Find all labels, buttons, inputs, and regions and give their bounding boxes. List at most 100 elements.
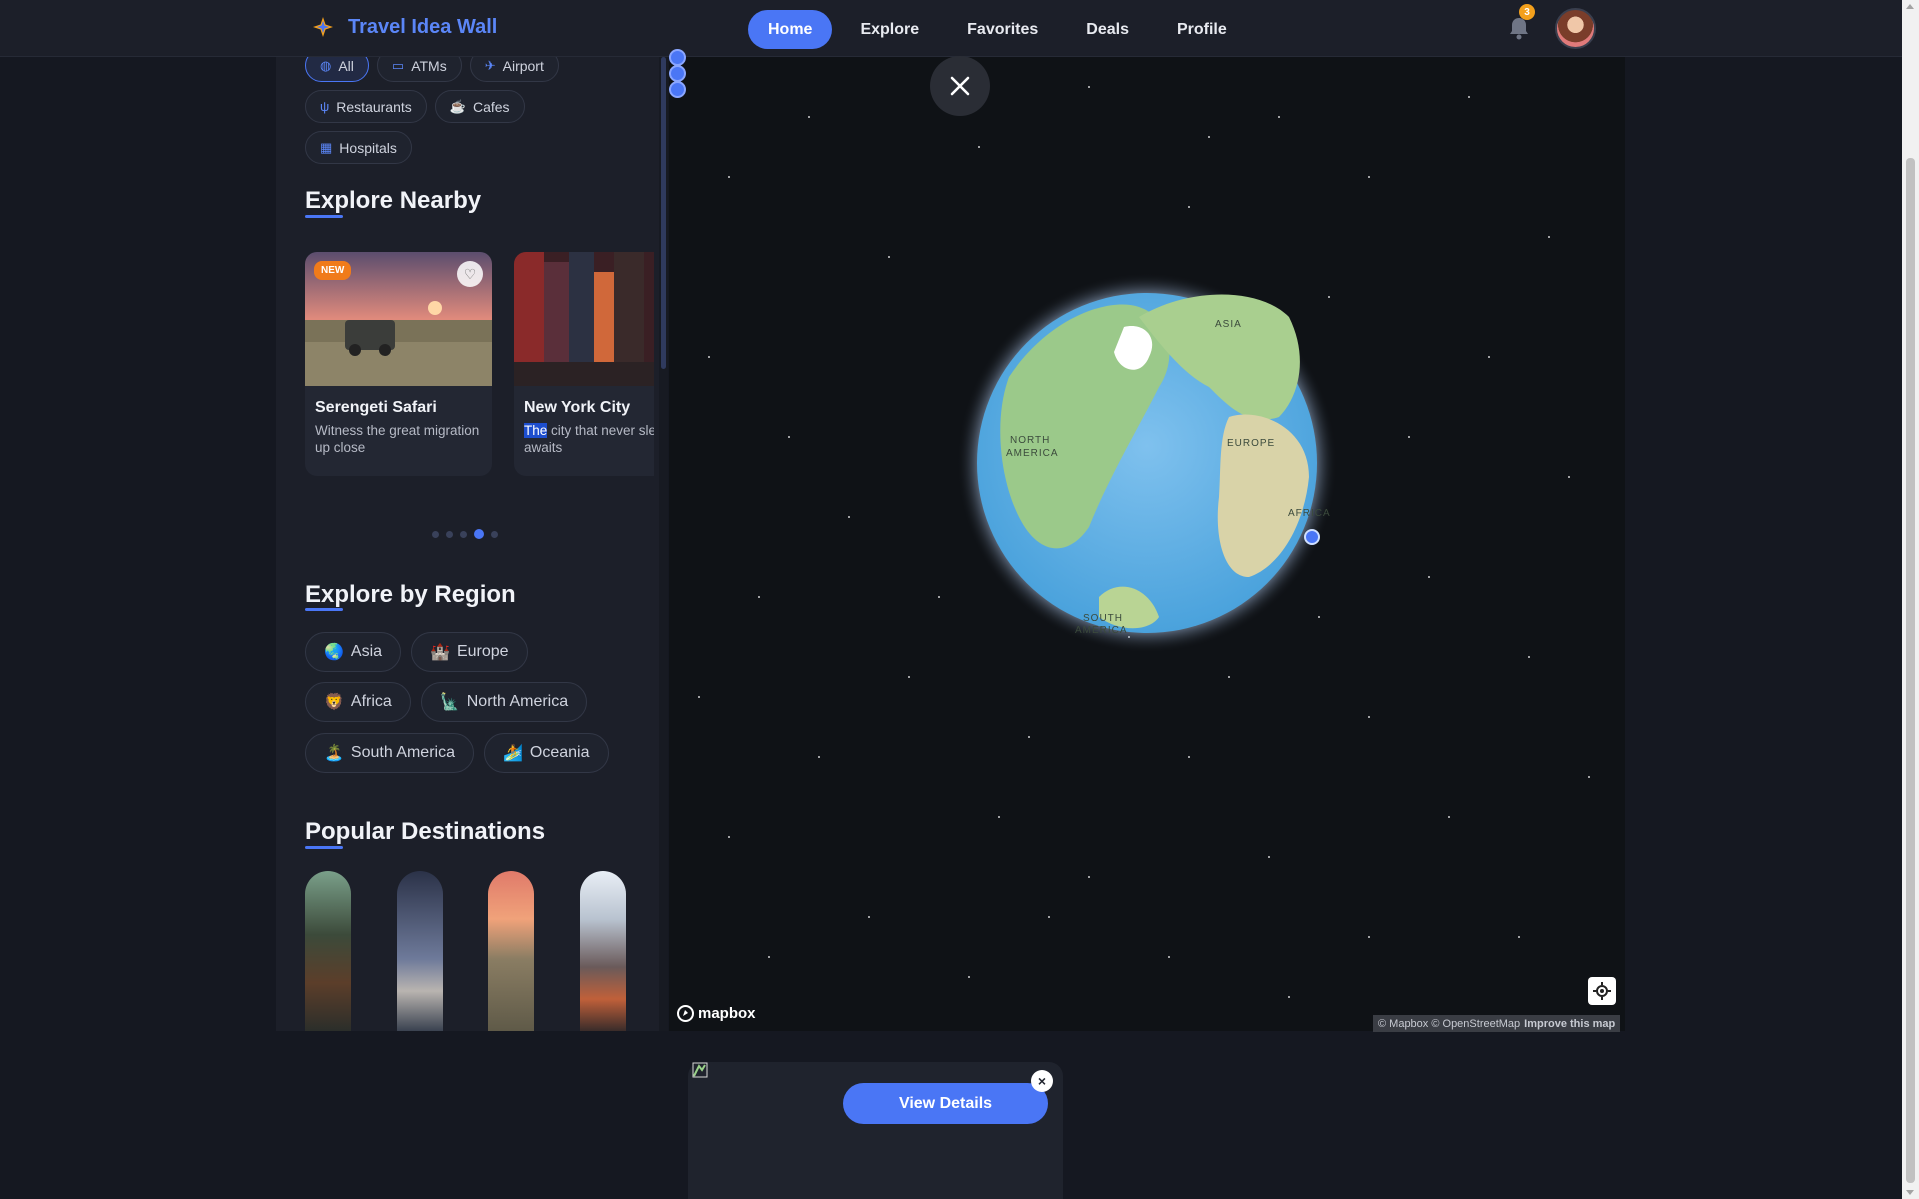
region-oceania[interactable]: 🏄 Oceania xyxy=(483,733,609,773)
card-description: The city that never sleeps awaits xyxy=(524,422,654,456)
new-badge: NEW xyxy=(314,261,352,280)
nav-favorites[interactable]: Favorites xyxy=(947,10,1058,49)
filter-restaurants[interactable]: ψ Restaurants xyxy=(305,90,427,123)
filter-label: All xyxy=(338,57,354,74)
carousel-dots xyxy=(432,529,498,539)
nav-deals[interactable]: Deals xyxy=(1066,10,1149,49)
carousel-dot[interactable] xyxy=(446,530,453,538)
nav-explore[interactable]: Explore xyxy=(840,10,939,49)
region-europe[interactable]: 🏰 Europe xyxy=(411,632,528,672)
new-york-image xyxy=(514,252,654,386)
destination-pill-image[interactable] xyxy=(397,871,443,1031)
globe-asia-icon: 🌏 xyxy=(324,644,344,661)
stepper-dot[interactable] xyxy=(669,65,686,82)
card-title: Serengeti Safari xyxy=(315,399,437,416)
attribution-text: © Mapbox © OpenStreetMap xyxy=(1378,1017,1521,1030)
region-label: Africa xyxy=(350,693,392,710)
title-underline xyxy=(305,846,343,849)
map-attribution: © Mapbox © OpenStreetMap Improve this ma… xyxy=(1373,1015,1621,1032)
castle-icon: 🏰 xyxy=(430,644,450,661)
globe-canvas xyxy=(698,86,1590,998)
mapbox-wordmark: mapbox xyxy=(698,1005,756,1022)
region-north-america[interactable]: 🗽 North America xyxy=(420,682,588,722)
heart-icon[interactable]: ♡ xyxy=(457,261,483,287)
explore-nearby-title: Explore Nearby xyxy=(305,187,482,214)
filter-label: Cafes xyxy=(472,98,510,115)
region-label: Europe xyxy=(456,643,509,660)
utensils-icon: ψ xyxy=(320,99,330,114)
broken-image-icon xyxy=(692,1062,708,1081)
region-africa[interactable]: 🦁 Africa xyxy=(305,682,411,722)
mapbox-logo[interactable]: mapbox xyxy=(677,1005,756,1022)
filter-all[interactable]: ◍ All xyxy=(305,57,369,82)
map-label-europe: EUROPE xyxy=(1227,438,1276,449)
money-icon: ▭ xyxy=(391,57,405,73)
map-marker[interactable] xyxy=(1304,529,1320,545)
explore-by-region-title: Explore by Region xyxy=(305,581,516,608)
sidebar: ◍ All ▭ ATMs ✈ Airport ψ Restaurants ☕ C… xyxy=(276,57,668,1031)
sidebar-scroll-thumb[interactable] xyxy=(661,57,666,369)
filter-cafes[interactable]: ☕ Cafes xyxy=(434,90,525,123)
destination-card[interactable]: NEW ♡ Serengeti Safari Witness the great… xyxy=(305,252,492,476)
region-label: Oceania xyxy=(529,744,590,761)
filter-atms[interactable]: ▭ ATMs xyxy=(376,57,462,82)
filter-airport[interactable]: ✈ Airport xyxy=(469,57,559,82)
carousel-dot[interactable] xyxy=(460,530,467,538)
view-details-button[interactable]: View Details xyxy=(843,1083,1048,1124)
main-nav: Home Explore Favorites Deals Profile xyxy=(748,10,1247,49)
island-icon: 🏝️ xyxy=(324,745,344,762)
carousel-dot-active[interactable] xyxy=(474,529,484,539)
close-map-button[interactable] xyxy=(930,56,990,116)
nav-home[interactable]: Home xyxy=(748,10,833,49)
plane-icon: ✈ xyxy=(484,57,496,73)
title-underline xyxy=(305,215,343,218)
region-label: North America xyxy=(466,693,569,710)
scroll-down-arrow[interactable] xyxy=(1906,1190,1914,1195)
filter-label: ATMs xyxy=(411,57,447,74)
stepper-dot[interactable] xyxy=(669,49,686,66)
brand-title: Travel Idea Wall xyxy=(348,15,498,38)
destination-pill-image[interactable] xyxy=(580,871,626,1031)
destination-card[interactable]: New York City The city that never sleeps… xyxy=(514,252,654,476)
filter-label: Airport xyxy=(502,57,544,74)
page-scrollbar[interactable] xyxy=(1902,0,1919,1199)
globe-map[interactable]: ASIA NORTH AMERICA EUROPE AFRICA SOUTH A… xyxy=(669,57,1625,1031)
improve-map-link[interactable]: Improve this map xyxy=(1524,1018,1615,1030)
page-scroll-thumb[interactable] xyxy=(1906,158,1915,1183)
scroll-up-arrow[interactable] xyxy=(1906,4,1914,9)
region-south-america[interactable]: 🏝️ South America xyxy=(305,733,474,773)
filter-row-1: ◍ All ▭ ATMs ✈ Airport xyxy=(305,57,559,82)
popup-close-button[interactable]: × xyxy=(1031,1070,1053,1092)
carousel-dot[interactable] xyxy=(432,530,439,538)
filter-hospitals[interactable]: ▦ Hospitals xyxy=(305,131,412,164)
lion-icon: 🦁 xyxy=(324,694,344,711)
carousel-dot[interactable] xyxy=(491,530,498,538)
nav-profile[interactable]: Profile xyxy=(1157,10,1247,49)
map-label-africa: AFRICA xyxy=(1288,508,1331,519)
destination-pill-image[interactable] xyxy=(488,871,534,1031)
card-title: New York City xyxy=(524,399,631,416)
map-label-north-america-line1: NORTH xyxy=(1010,435,1051,446)
stepper-dot[interactable] xyxy=(669,81,686,98)
destination-pill-image[interactable] xyxy=(305,871,351,1031)
compass-star-icon xyxy=(310,14,336,40)
brand[interactable]: Travel Idea Wall xyxy=(310,14,497,40)
card-clip: New York City The city that never sleeps… xyxy=(514,252,654,476)
coffee-icon: ☕ xyxy=(449,98,466,114)
avatar[interactable] xyxy=(1555,8,1596,49)
region-row-2: 🦁 Africa 🗽 North America xyxy=(305,682,588,722)
top-navigation-bar: Travel Idea Wall Home Explore Favorites … xyxy=(0,0,1902,57)
region-row-1: 🌏 Asia 🏰 Europe xyxy=(305,632,528,672)
filter-label: Restaurants xyxy=(336,98,412,115)
filter-row-3: ▦ Hospitals xyxy=(305,131,412,164)
close-icon xyxy=(950,76,970,96)
notification-badge: 3 xyxy=(1519,4,1535,20)
map-label-south-america-line1: SOUTH xyxy=(1083,613,1123,624)
sidebar-scrollbar[interactable] xyxy=(659,57,668,1031)
map-label-north-america-line2: AMERICA xyxy=(1006,448,1059,459)
surfer-icon: 🏄 xyxy=(502,745,523,762)
region-label: South America xyxy=(350,744,455,761)
locate-button[interactable] xyxy=(1588,977,1616,1005)
globe-icon: ◍ xyxy=(320,57,332,73)
region-asia[interactable]: 🌏 Asia xyxy=(305,632,402,672)
